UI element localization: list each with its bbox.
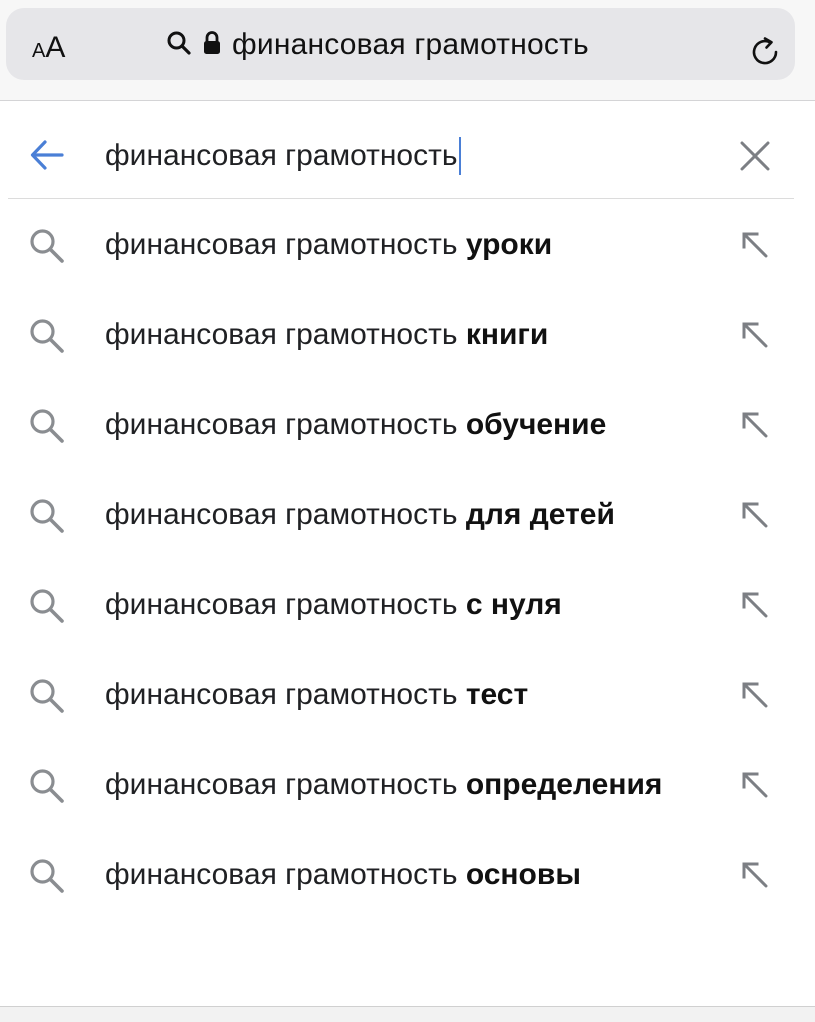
- suggestion-item[interactable]: финансовая грамотность тест: [0, 650, 815, 740]
- suggestion-prefix: финансовая грамотность: [105, 228, 466, 261]
- lock-icon: [202, 30, 222, 61]
- suggestion-prefix: финансовая грамотность: [105, 588, 466, 621]
- reload-button[interactable]: [749, 35, 783, 74]
- arrow-up-left-icon[interactable]: [740, 410, 770, 440]
- suggestion-item[interactable]: финансовая грамотность с нуля: [0, 560, 815, 650]
- search-icon: [28, 677, 66, 715]
- url-field[interactable]: AA финансовая грамотность: [6, 8, 795, 80]
- arrow-up-left-icon[interactable]: [740, 230, 770, 260]
- suggestion-prefix: финансовая грамотность: [105, 408, 466, 441]
- suggestion-text: финансовая грамотность книги: [105, 318, 548, 352]
- url-text: финансовая грамотность: [232, 28, 589, 61]
- reload-icon: [749, 37, 783, 73]
- suggestion-completion: определения: [465, 768, 663, 801]
- suggestion-text: финансовая грамотность обучение: [105, 408, 606, 442]
- bottom-toolbar-edge: [0, 1006, 815, 1022]
- search-icon: [28, 227, 66, 265]
- suggestion-completion: тест: [465, 678, 529, 711]
- suggestion-prefix: финансовая грамотность: [105, 498, 466, 531]
- suggestions-list: финансовая грамотность уроки финансовая …: [0, 200, 815, 920]
- search-query-text: финансовая грамотность: [105, 139, 458, 172]
- suggestion-item[interactable]: финансовая грамотность для детей: [0, 470, 815, 560]
- search-icon: [166, 30, 192, 61]
- back-arrow-icon: [28, 140, 68, 176]
- arrow-up-left-icon[interactable]: [740, 590, 770, 620]
- arrow-up-left-icon[interactable]: [740, 680, 770, 710]
- suggestion-item[interactable]: финансовая грамотность основы: [0, 830, 815, 920]
- suggestion-completion: уроки: [465, 228, 553, 261]
- search-icon: [28, 407, 66, 445]
- suggestion-completion: книги: [465, 318, 549, 351]
- search-input[interactable]: финансовая грамотность: [105, 137, 462, 175]
- clear-button[interactable]: [739, 140, 771, 172]
- browser-page: AA финансовая грамотность финансовая гра…: [0, 0, 815, 1022]
- url-display[interactable]: финансовая грамотность: [166, 28, 589, 62]
- text-size-big-label: A: [45, 31, 66, 64]
- search-icon: [28, 317, 66, 355]
- back-button[interactable]: [28, 138, 68, 172]
- suggestion-item[interactable]: финансовая грамотность обучение: [0, 380, 815, 470]
- suggestion-prefix: финансовая грамотность: [105, 858, 466, 891]
- suggestion-text: финансовая грамотность тест: [105, 678, 528, 712]
- search-icon: [28, 587, 66, 625]
- arrow-up-left-icon[interactable]: [740, 860, 770, 890]
- suggestion-text: финансовая грамотность с нуля: [105, 588, 562, 622]
- text-caret: [459, 137, 462, 175]
- suggestion-prefix: финансовая грамотность: [105, 768, 466, 801]
- arrow-up-left-icon[interactable]: [740, 320, 770, 350]
- arrow-up-left-icon[interactable]: [740, 500, 770, 530]
- search-box: финансовая грамотность: [8, 110, 794, 199]
- close-icon: [739, 141, 771, 176]
- suggestion-item[interactable]: финансовая грамотность определения: [0, 740, 815, 830]
- suggestion-completion: с нуля: [465, 588, 562, 621]
- search-icon: [28, 497, 66, 535]
- search-icon: [28, 767, 66, 805]
- suggestion-item[interactable]: финансовая грамотность уроки: [0, 200, 815, 290]
- text-size-small-label: A: [32, 40, 46, 62]
- suggestion-completion: основы: [465, 858, 581, 891]
- suggestion-completion: обучение: [465, 408, 607, 441]
- suggestion-text: финансовая грамотность определения: [105, 768, 662, 802]
- arrow-up-left-icon[interactable]: [740, 770, 770, 800]
- suggestion-text: финансовая грамотность для детей: [105, 498, 615, 532]
- suggestion-prefix: финансовая грамотность: [105, 318, 466, 351]
- text-size-button[interactable]: AA: [32, 33, 65, 63]
- suggestion-text: финансовая грамотность основы: [105, 858, 581, 892]
- suggestion-completion: для детей: [465, 498, 615, 531]
- search-icon: [28, 857, 66, 895]
- suggestion-prefix: финансовая грамотность: [105, 678, 466, 711]
- address-bar: AA финансовая грамотность: [0, 0, 815, 101]
- suggestion-text: финансовая грамотность уроки: [105, 228, 552, 262]
- suggestion-item[interactable]: финансовая грамотность книги: [0, 290, 815, 380]
